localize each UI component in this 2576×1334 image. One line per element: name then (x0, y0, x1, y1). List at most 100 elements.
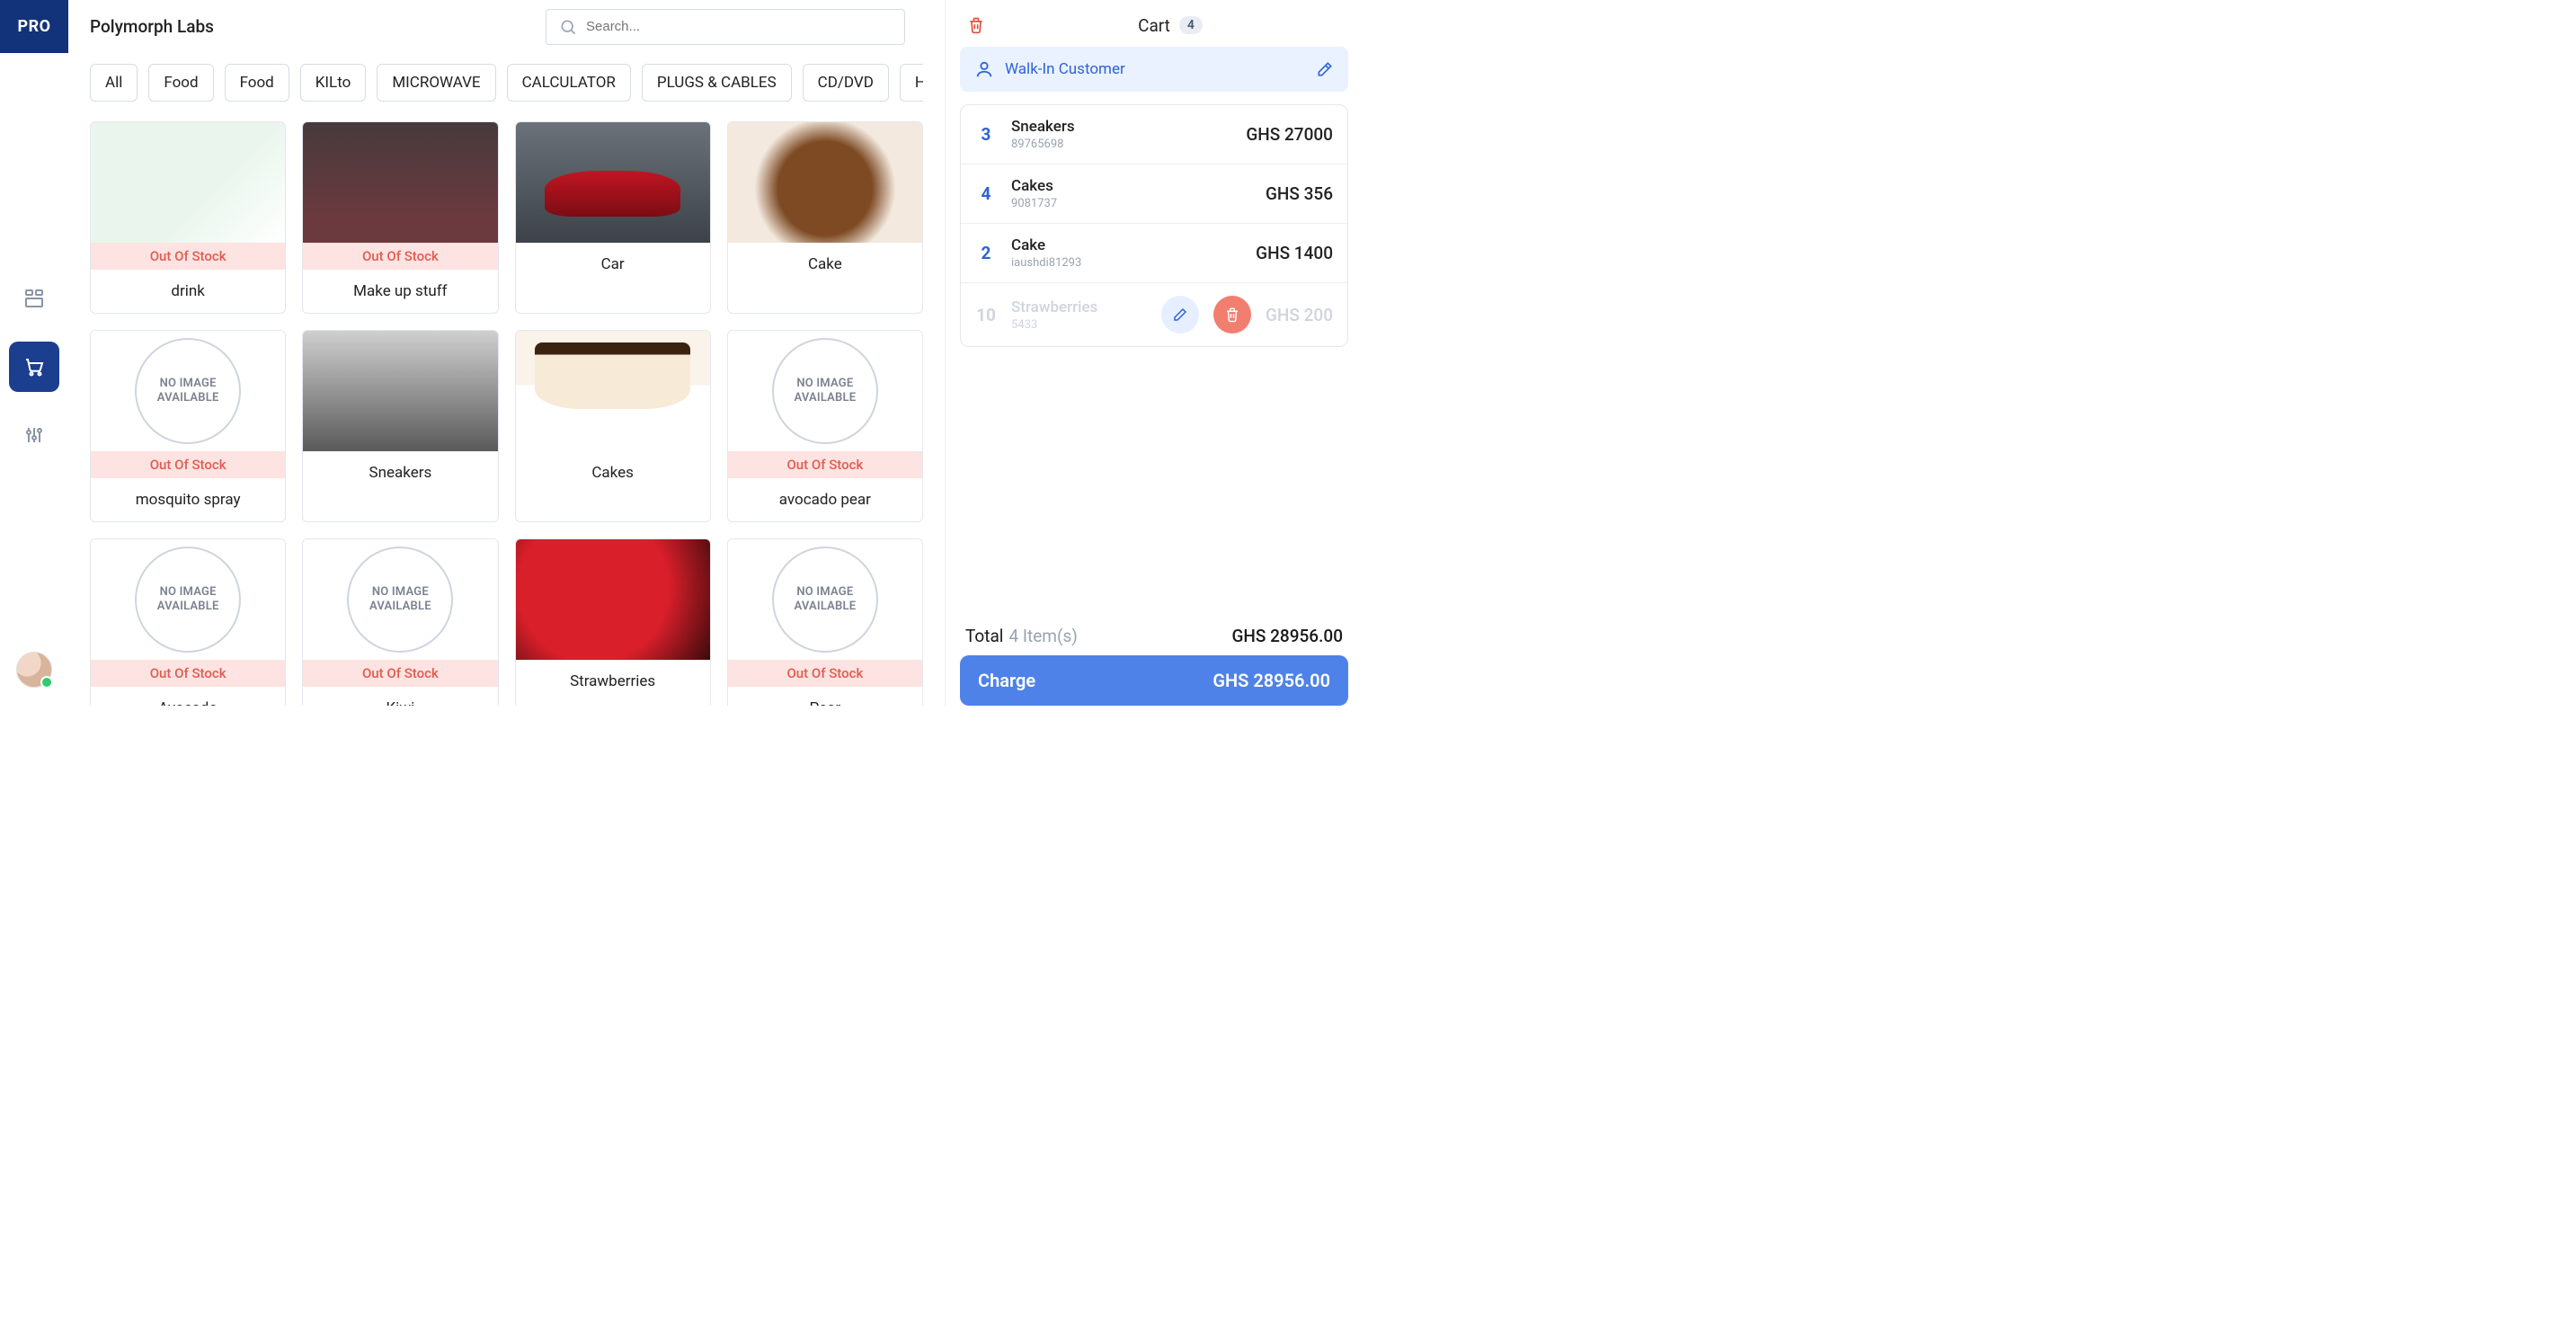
product-grid: Out Of StockdrinkOut Of StockMake up stu… (90, 121, 923, 706)
line-qty: 3 (975, 124, 997, 145)
charge-amount: GHS 28956.00 (1212, 670, 1330, 691)
cart-line-item[interactable]: 4Cakes9081737GHS 356 (961, 164, 1347, 223)
category-chip[interactable]: HEALTH & FITNESS (900, 64, 923, 102)
clear-cart-button[interactable] (960, 13, 992, 38)
category-chip[interactable]: PLUGS & CABLES (642, 64, 792, 102)
user-avatar[interactable] (16, 652, 52, 688)
product-thumbnail (91, 122, 285, 243)
product-name: Cakes (516, 451, 710, 494)
customer-row[interactable]: Walk-In Customer (960, 47, 1348, 92)
product-name: Pear (728, 687, 922, 706)
product-card[interactable]: Car (515, 121, 711, 314)
product-card[interactable]: NO IMAGEAVAILABLE Out Of StockAvocado (90, 538, 286, 706)
main-panel: Polymorph Labs All Food Food KILto MICROWAVE… (68, 0, 946, 706)
nav-cart[interactable] (9, 342, 59, 392)
category-chip[interactable]: CALCULATOR (507, 64, 631, 102)
product-thumbnail: NO IMAGEAVAILABLE (728, 331, 922, 451)
product-card[interactable]: Cake (727, 121, 923, 314)
product-thumbnail: NO IMAGEAVAILABLE (303, 539, 497, 660)
line-sku: iaushdi81293 (1011, 256, 1241, 270)
cart-line-item[interactable]: 3Sneakers89765698GHS 27000 (961, 105, 1347, 164)
product-name: Make up stuff (303, 270, 497, 313)
delete-line-button[interactable] (1213, 296, 1251, 334)
no-image-placeholder: NO IMAGEAVAILABLE (135, 547, 241, 653)
product-thumbnail: NO IMAGEAVAILABLE (91, 539, 285, 660)
line-name: Cake (1011, 236, 1241, 254)
cart-line-item[interactable]: 10Strawberries5433GHS 200 (961, 282, 1347, 346)
line-name: Cakes (1011, 177, 1251, 195)
trash-icon (1224, 307, 1240, 323)
search-input[interactable] (586, 19, 892, 34)
edit-icon (1172, 307, 1188, 323)
brand-label: Polymorph Labs (90, 16, 214, 37)
product-thumbnail (303, 331, 497, 451)
product-card[interactable]: NO IMAGEAVAILABLE Out Of StockKiwi (302, 538, 498, 706)
sliders-icon (23, 424, 45, 446)
product-card[interactable]: Sneakers (302, 330, 498, 522)
nav-settings[interactable] (9, 410, 59, 460)
nav-dashboard[interactable] (9, 273, 59, 324)
product-card[interactable]: Strawberries (515, 538, 711, 706)
product-card[interactable]: Out Of StockMake up stuff (302, 121, 498, 314)
product-name: Car (516, 243, 710, 286)
total-item-count: 4 Item(s) (1008, 626, 1077, 646)
line-price: GHS 200 (1266, 305, 1333, 325)
product-name: Cake (728, 243, 922, 286)
product-card[interactable]: Cakes (515, 330, 711, 522)
product-name: drink (91, 270, 285, 313)
search-field[interactable] (546, 9, 905, 45)
out-of-stock-badge: Out Of Stock (303, 660, 497, 687)
category-chip[interactable]: CD/DVD (803, 64, 889, 102)
product-name: Sneakers (303, 451, 497, 494)
out-of-stock-badge: Out Of Stock (303, 243, 497, 270)
product-thumbnail (303, 122, 497, 243)
edit-line-button[interactable] (1161, 296, 1199, 334)
product-card[interactable]: NO IMAGEAVAILABLEOut Of Stockmosquito sp… (90, 330, 286, 522)
no-image-placeholder: NO IMAGEAVAILABLE (347, 547, 453, 653)
line-sku: 5433 (1011, 318, 1147, 332)
cart-title: Cart (1138, 15, 1170, 36)
product-card[interactable]: Out Of Stockdrink (90, 121, 286, 314)
product-card[interactable]: NO IMAGEAVAILABLE Out Of StockPear (727, 538, 923, 706)
product-name: avocado pear (728, 478, 922, 521)
user-icon (974, 59, 994, 79)
product-thumbnail (516, 122, 710, 243)
product-card[interactable]: NO IMAGEAVAILABLEOut Of Stockavocado pea… (727, 330, 923, 522)
line-name: Sneakers (1011, 118, 1231, 136)
cart-count-badge: 4 (1179, 16, 1203, 34)
product-thumbnail (516, 539, 710, 660)
out-of-stock-badge: Out Of Stock (91, 243, 285, 270)
line-qty: 2 (975, 243, 997, 263)
total-label: Total (965, 626, 1003, 646)
line-price: GHS 27000 (1246, 124, 1333, 145)
out-of-stock-badge: Out Of Stock (91, 660, 285, 687)
product-name: Kiwi (303, 687, 497, 706)
line-price: GHS 356 (1266, 183, 1333, 204)
category-chip[interactable]: Food (225, 64, 289, 102)
no-image-placeholder: NO IMAGEAVAILABLE (772, 547, 878, 653)
category-chip[interactable]: MICROWAVE (377, 64, 495, 102)
category-chips: All Food Food KILto MICROWAVE CALCULATOR PLUGS… (90, 64, 923, 112)
topbar: Polymorph Labs (68, 0, 945, 53)
category-chip[interactable]: All (90, 64, 138, 102)
customer-name: Walk-In Customer (1005, 60, 1125, 78)
cart-total-row: Total 4 Item(s) GHS 28956.00 (960, 613, 1348, 654)
no-image-placeholder: NO IMAGEAVAILABLE (135, 338, 241, 444)
line-qty: 4 (975, 183, 997, 204)
category-chip[interactable]: Food (148, 64, 213, 102)
category-chip[interactable]: KILto (300, 64, 367, 102)
product-name: Avocado (91, 687, 285, 706)
search-icon (559, 18, 577, 36)
out-of-stock-badge: Out Of Stock (728, 660, 922, 687)
cart-line-item[interactable]: 2 Cake iaushdi81293 GHS 1400 (961, 223, 1347, 282)
product-thumbnail (728, 122, 922, 243)
logo: PRO (0, 0, 68, 53)
product-thumbnail: NO IMAGEAVAILABLE (91, 331, 285, 451)
cart-icon (23, 356, 45, 378)
sidebar: PRO (0, 0, 68, 706)
cart-panel: Cart 4 Walk-In Customer 3Sneakers8976569… (946, 0, 1363, 706)
product-thumbnail (516, 331, 710, 451)
charge-button[interactable]: Charge GHS 28956.00 (960, 655, 1348, 706)
edit-customer-button[interactable] (1316, 60, 1334, 78)
line-price: GHS 1400 (1256, 243, 1333, 263)
